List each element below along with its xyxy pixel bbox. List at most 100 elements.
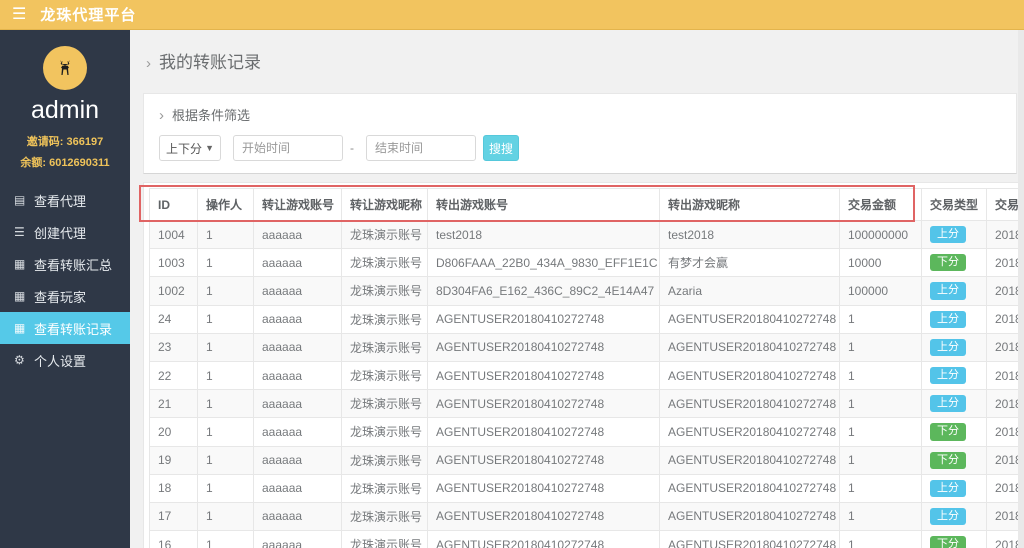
from-account-cell: aaaaaa: [253, 332, 342, 362]
id-cell: 1003: [149, 248, 198, 278]
filter-panel: ›根据条件筛选 上下分 ▼ - 搜搜: [143, 93, 1017, 174]
sidebar-item-label: 查看代理: [34, 193, 87, 209]
page-title: › 我的转账记录: [146, 53, 261, 72]
amount-cell: 1: [839, 417, 922, 447]
id-cell: 19: [149, 445, 198, 475]
from-account-cell: aaaaaa: [253, 501, 342, 532]
operator-cell: 1: [197, 219, 254, 250]
transaction-type-badge: 上分: [930, 366, 966, 385]
id-cell: 17: [149, 501, 198, 532]
to-account-cell: test2018: [427, 219, 660, 250]
amount-cell: 1: [839, 332, 922, 362]
amount-cell: 1: [839, 530, 922, 548]
search-button[interactable]: 搜搜: [483, 135, 519, 161]
type-cell: 上分: [921, 360, 987, 391]
caret-down-icon: ▼: [205, 143, 214, 153]
id-cell: 20: [149, 417, 198, 447]
from-nickname-cell: 龙珠演示账号: [341, 530, 428, 548]
end-time-input[interactable]: [366, 135, 476, 161]
from-nickname-cell: 龙珠演示账号: [341, 304, 428, 334]
column-header: 转让游戏昵称: [341, 188, 428, 221]
table-row: 16 1 aaaaaa 龙珠演示账号 AGENTUSER20180410272748 AG…: [149, 530, 1024, 548]
operator-cell: 1: [197, 501, 254, 532]
invite-code-line: 邀请码: 366197: [0, 133, 130, 149]
table-row: 24 1 aaaaaa 龙珠演示账号 AGENTUSER20180410272748 AG…: [149, 304, 1024, 334]
records-table-panel: ID操作人转让游戏账号转让游戏昵称转出游戏账号转出游戏昵称交易金额交易类型交易时…: [143, 182, 1024, 548]
sidebar-item-label: 个人设置: [34, 353, 87, 369]
type-cell: 下分: [921, 417, 987, 447]
table-header-row: ID操作人转让游戏账号转让游戏昵称转出游戏账号转出游戏昵称交易金额交易类型交易时…: [149, 188, 1024, 221]
transaction-type-badge: 下分: [930, 536, 966, 548]
amount-cell: 1: [839, 445, 922, 475]
id-cell: 21: [149, 389, 198, 419]
selected-option: 上下分: [166, 141, 203, 156]
table-row: 20 1 aaaaaa 龙珠演示账号 AGENTUSER20180410272748 AG…: [149, 417, 1024, 447]
operator-cell: 1: [197, 417, 254, 447]
deer-icon: [60, 60, 70, 75]
table-row: 17 1 aaaaaa 龙珠演示账号 AGENTUSER20180410272748 AG…: [149, 501, 1024, 532]
sidebar-item-link[interactable]: ▦ 查看玩家: [0, 280, 130, 312]
from-nickname-cell: 龙珠演示账号: [341, 417, 428, 447]
start-time-input[interactable]: [233, 135, 343, 161]
from-account-cell: aaaaaa: [253, 389, 342, 419]
table-row: 1002 1 aaaaaa 龙珠演示账号 8D304FA6_E162_436C_89C2…: [149, 276, 1024, 306]
transaction-type-select[interactable]: 上下分 ▼: [159, 135, 221, 161]
operator-cell: 1: [197, 332, 254, 362]
sidebar-item-active[interactable]: ▦ 查看转账记录: [0, 312, 130, 344]
to-account-cell: AGENTUSER20180410272748: [427, 473, 660, 503]
transaction-type-badge: 上分: [930, 310, 966, 328]
transaction-type-badge: 上分: [930, 507, 966, 526]
amount-cell: 1: [839, 389, 922, 419]
table-row: 22 1 aaaaaa 龙珠演示账号 AGENTUSER20180410272748 AG…: [149, 360, 1024, 391]
operator-cell: 1: [197, 276, 254, 306]
layers-icon: ☰: [14, 225, 25, 239]
to-account-cell: AGENTUSER20180410272748: [427, 445, 660, 475]
column-header: 操作人: [197, 188, 254, 221]
username: admin: [30, 96, 100, 124]
from-nickname-cell: 龙珠演示账号: [341, 473, 428, 503]
sidebar-item-link[interactable]: ⚙ 个人设置: [0, 344, 130, 376]
from-account-cell: aaaaaa: [253, 360, 342, 391]
amount-cell: 1: [839, 360, 922, 391]
type-cell: 下分: [921, 445, 987, 475]
to-account-cell: AGENTUSER20180410272748: [427, 389, 660, 419]
sidebar-item-link[interactable]: ▦ 查看转账汇总: [0, 248, 130, 280]
from-account-cell: aaaaaa: [253, 417, 342, 447]
operator-cell: 1: [197, 304, 254, 334]
sidebar-item-link[interactable]: ▤ 查看代理: [0, 184, 130, 216]
chevron-right-icon: ›: [159, 107, 164, 124]
to-account-cell: AGENTUSER20180410272748: [427, 304, 660, 334]
column-header: 转出游戏账号: [427, 188, 660, 221]
balance-label: 余额:: [20, 157, 47, 169]
scrollbar[interactable]: [1018, 30, 1024, 548]
transaction-type-badge: 下分: [930, 423, 966, 441]
page: ☰ 龙珠代理平台 admin 邀请码: 366197 余额: 601269031…: [0, 0, 1024, 548]
transaction-type-badge: 上分: [930, 226, 966, 244]
sidebar-item-link[interactable]: ☰ 创建代理: [0, 216, 130, 248]
to-account-cell: AGENTUSER20180410272748: [427, 332, 660, 362]
from-account-cell: aaaaaa: [253, 530, 342, 548]
id-cell: 24: [149, 304, 198, 334]
sidebar: admin 邀请码: 366197 余额: 6012690311 ▤ 查看代理 ☰ 创…: [0, 30, 130, 548]
table-row: 21 1 aaaaaa 龙珠演示账号 AGENTUSER20180410272748 AG…: [149, 389, 1024, 419]
id-cell: 1002: [149, 276, 198, 306]
from-nickname-cell: 龙珠演示账号: [341, 248, 428, 278]
type-cell: 上分: [921, 276, 987, 306]
type-cell: 上分: [921, 389, 987, 419]
transfer-records-table: ID操作人转让游戏账号转让游戏昵称转出游戏账号转出游戏昵称交易金额交易类型交易时…: [149, 188, 1024, 548]
table-icon: ▦: [14, 321, 26, 335]
to-nickname-cell: AGENTUSER20180410272748: [659, 304, 840, 334]
table-icon: ▦: [14, 289, 26, 303]
table-row: 1003 1 aaaaaa 龙珠演示账号 D806FAAA_22B0_434A_9830…: [149, 248, 1024, 278]
book-icon: ▤: [14, 193, 26, 207]
menu-toggle-icon[interactable]: ☰: [12, 6, 26, 23]
column-header: 交易类型: [921, 188, 987, 221]
amount-cell: 1: [839, 501, 922, 532]
id-cell: 1004: [149, 219, 198, 250]
sidebar-item-label: 创建代理: [34, 225, 87, 241]
to-nickname-cell: AGENTUSER20180410272748: [659, 417, 840, 447]
balance-line: 余额: 6012690311: [0, 154, 130, 170]
from-nickname-cell: 龙珠演示账号: [341, 501, 428, 532]
table-row: 18 1 aaaaaa 龙珠演示账号 AGENTUSER20180410272748 AG…: [149, 473, 1024, 503]
to-account-cell: D806FAAA_22B0_434A_9830_EFF1E1C: [427, 248, 660, 278]
